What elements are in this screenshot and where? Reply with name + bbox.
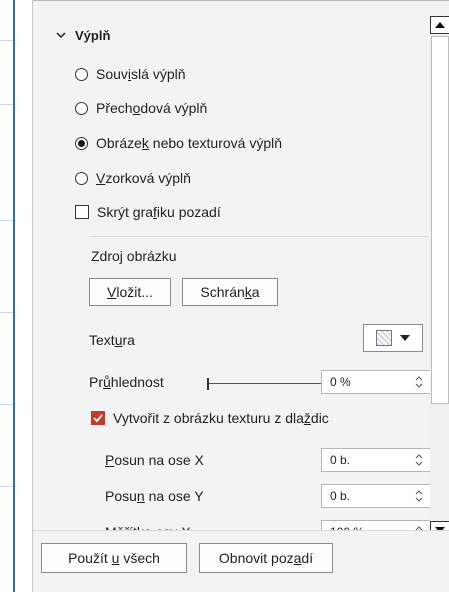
reset-background-button[interactable]: Obnovit pozadí [199,543,333,573]
check-icon [93,414,103,423]
checkbox[interactable] [75,205,89,219]
offset-x-spinner[interactable]: 0 b. [321,448,431,472]
offset-x-value: 0 b. [330,453,351,467]
offset-x-label: Posun na ose X [105,452,204,468]
radio-picture-texture-fill[interactable]: Obrázek nebo texturová výplň [75,133,282,153]
checkbox-checked[interactable] [91,411,105,425]
radio-button[interactable] [75,171,88,185]
window-border [13,0,15,592]
fill-section-title: Výplň [75,27,111,43]
texture-icon [376,330,392,346]
clipboard-button[interactable]: Schránka [182,278,278,306]
caret-up-icon [435,22,445,28]
transparency-label: Průhlednost [89,374,164,390]
offset-y-spinner[interactable]: 0 b. [321,484,431,508]
chevron-down-icon [56,32,66,39]
offset-y-label: Posun na ose Y [105,488,204,504]
tile-texture-checkbox[interactable]: Vytvořit z obrázku texturu z dlaždic [91,408,329,428]
texture-dropdown[interactable] [363,324,423,352]
radio-label-pattern: Vzorková výplň [96,170,191,186]
scroll-up-button[interactable] [430,16,449,34]
radio-button[interactable] [75,67,88,81]
radio-pattern-fill[interactable]: Vzorková výplň [75,168,191,188]
hide-background-graphics-checkbox[interactable]: Skrýt grafiku pozadí [75,202,221,222]
spinner-arrows-icon[interactable] [414,374,424,390]
divider [89,236,429,237]
pane-footer: Použít u všech Obnovit pozadí [33,530,449,592]
radio-label-gradient: Přechodová výplň [96,100,208,116]
radio-label-picture: Obrázek nebo texturová výplň [96,135,283,151]
radio-button-selected[interactable] [75,136,88,150]
spinner-arrows-icon[interactable] [414,452,424,468]
transparency-slider[interactable] [207,378,331,390]
radio-gradient-fill[interactable]: Přechodová výplň [75,98,207,118]
texture-label: Textura [89,332,135,348]
hide-background-label: Skrýt grafiku pozadí [97,204,221,220]
apply-to-all-button[interactable]: Použít u všech [41,543,187,573]
format-background-panel: Výplň Souvislá výplň Přechodová výplň Ob… [0,0,449,592]
slider-track [207,383,331,384]
insert-image-button[interactable]: Vložit... [89,278,171,306]
radio-solid-fill[interactable]: Souvislá výplň [75,64,186,84]
transparency-value: 0 % [330,375,351,389]
image-source-label: Zdroj obrázku [91,248,177,264]
spinner-arrows-icon[interactable] [414,488,424,504]
radio-label-solid: Souvislá výplň [96,66,186,82]
vertical-scrollbar[interactable] [430,16,449,539]
fill-section-header[interactable]: Výplň [55,26,110,44]
slider-thumb[interactable] [207,378,209,390]
fill-pane: Výplň Souvislá výplň Přechodová výplň Ob… [32,0,449,592]
caret-down-icon [400,335,410,341]
scroll-thumb[interactable] [431,36,449,404]
transparency-spinner[interactable]: 0 % [321,370,431,394]
radio-button[interactable] [75,101,88,115]
tile-texture-label: Vytvořit z obrázku texturu z dlaždic [113,410,329,426]
offset-y-value: 0 b. [330,489,351,503]
